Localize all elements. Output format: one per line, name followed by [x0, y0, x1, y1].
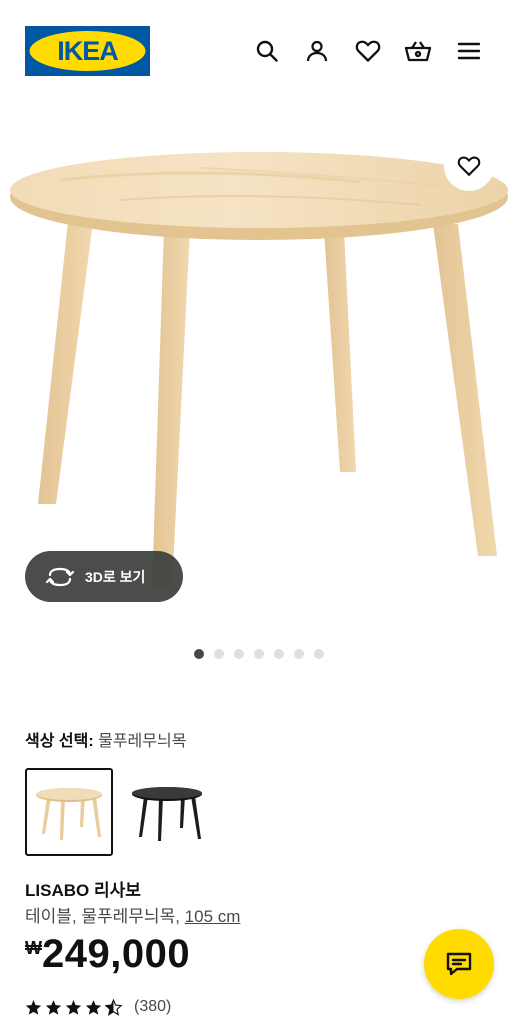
logo-text: IKEA [57, 36, 118, 66]
chat-icon [446, 952, 472, 976]
carousel-dot[interactable] [214, 649, 224, 659]
carousel-dot[interactable] [254, 649, 264, 659]
carousel-dot[interactable] [314, 649, 324, 659]
carousel-dot[interactable] [194, 649, 204, 659]
color-swatch-black[interactable] [123, 768, 211, 856]
star-icon [45, 999, 62, 1015]
price-amount: 249,000 [42, 932, 191, 976]
color-selection-label: 색상 선택: 물푸레무늬목 [25, 727, 186, 751]
rotate-3d-icon [45, 567, 75, 586]
header: IKEA [0, 0, 519, 100]
basket-icon[interactable] [401, 34, 435, 68]
color-swatch-ash[interactable] [25, 768, 113, 856]
swatch-ash-image [36, 788, 102, 840]
star-icon [85, 999, 102, 1015]
product-rating[interactable]: (380) [25, 998, 171, 1016]
carousel-pagination [194, 649, 324, 659]
product-price: ₩249,000 [25, 932, 190, 977]
ikea-logo[interactable]: IKEA [25, 26, 150, 76]
carousel-dot[interactable] [274, 649, 284, 659]
product-desc-text: 테이블, 물푸레무늬목, [25, 907, 185, 926]
star-icon [25, 999, 42, 1015]
menu-icon[interactable] [452, 34, 486, 68]
currency-symbol: ₩ [25, 938, 42, 958]
carousel-dot[interactable] [234, 649, 244, 659]
swatch-black-image [132, 787, 202, 841]
search-icon[interactable] [250, 34, 284, 68]
star-icon [65, 999, 82, 1015]
product-description: 테이블, 물푸레무늬목, 105 cm [25, 902, 240, 927]
carousel-dot[interactable] [294, 649, 304, 659]
heart-icon[interactable] [351, 34, 385, 68]
color-label: 색상 선택: [25, 733, 94, 750]
color-value: 물푸레무늬목 [98, 733, 187, 750]
rating-stars [25, 998, 122, 1016]
product-name: LISABO 리사보 [25, 881, 141, 900]
half-star-icon [105, 998, 122, 1016]
view-3d-label: 3D로 보기 [85, 568, 146, 585]
view-3d-button[interactable]: 3D로 보기 [25, 551, 183, 602]
account-icon[interactable] [300, 34, 334, 68]
add-to-favourites-button[interactable] [444, 141, 494, 191]
heart-icon [457, 156, 481, 177]
chat-button[interactable] [424, 929, 494, 999]
review-count: (380) [134, 998, 172, 1015]
size-link[interactable]: 105 cm [185, 907, 241, 926]
